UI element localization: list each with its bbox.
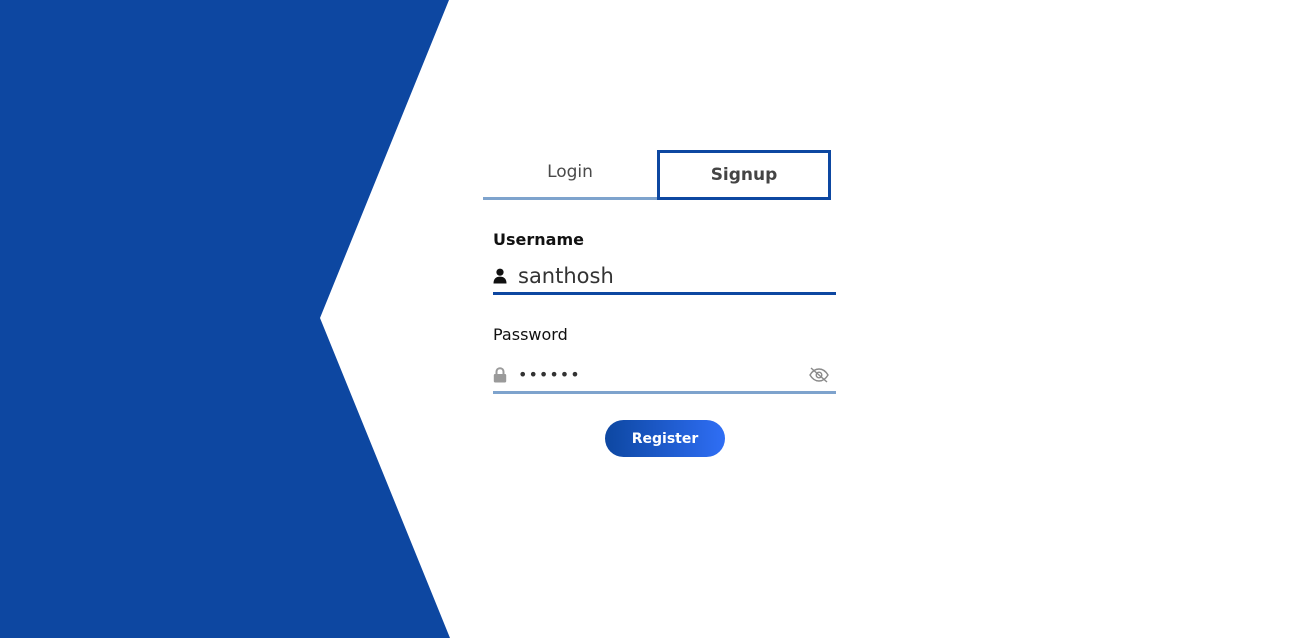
- tab-signup-label: Signup: [710, 165, 778, 185]
- password-label: Password: [493, 325, 568, 344]
- user-icon: [493, 267, 509, 285]
- username-field: Username: [493, 230, 836, 295]
- tab-login-label: Login: [547, 162, 593, 182]
- auth-tabs: Login Signup: [483, 150, 831, 200]
- lock-icon: [493, 366, 509, 384]
- password-field: Password ••••••: [493, 325, 836, 394]
- background-chevron-shape: [0, 0, 450, 638]
- password-input[interactable]: ••••••: [518, 365, 808, 384]
- username-label: Username: [493, 230, 584, 249]
- username-input[interactable]: [518, 263, 836, 288]
- register-button[interactable]: Register: [605, 420, 725, 457]
- username-input-row: [493, 259, 836, 295]
- auth-form: Login Signup Username Password: [483, 150, 836, 457]
- tab-signup[interactable]: Signup: [657, 150, 831, 200]
- signup-page: Login Signup Username Password: [0, 0, 1294, 638]
- password-input-row: ••••••: [493, 358, 836, 394]
- eye-off-icon[interactable]: [808, 366, 830, 384]
- tab-login[interactable]: Login: [483, 150, 657, 200]
